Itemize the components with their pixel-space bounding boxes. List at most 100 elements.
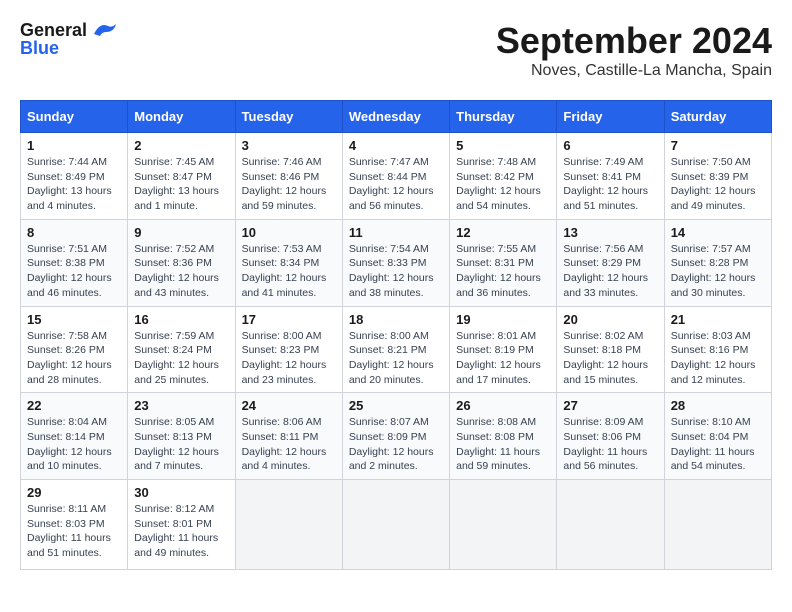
table-row: 14Sunrise: 7:57 AM Sunset: 8:28 PM Dayli…	[664, 219, 771, 306]
table-row	[235, 480, 342, 570]
day-number: 11	[349, 225, 443, 240]
table-row: 13 Sunrise: 7:56 AM Sunset: 8:29 PM Dayli…	[557, 219, 664, 306]
day-number: 2	[134, 138, 228, 153]
day-info: Sunrise: 7:47 AM Sunset: 8:44 PM Dayligh…	[349, 155, 443, 214]
table-row: 20 Sunrise: 8:02 AM Sunset: 8:18 PM Dayli…	[557, 306, 664, 393]
day-number: 26	[456, 398, 550, 413]
table-row: 24 Sunrise: 8:06 AM Sunset: 8:11 PM Dayli…	[235, 393, 342, 480]
logo-blue: Blue	[20, 38, 59, 59]
logo: General Blue	[20, 20, 116, 59]
day-number: 24	[242, 398, 336, 413]
header-wednesday: Wednesday	[342, 101, 449, 133]
day-info: Sunrise: 7:56 AM Sunset: 8:29 PM Dayligh…	[563, 242, 657, 301]
day-number: 8	[27, 225, 121, 240]
table-row: 9Sunrise: 7:52 AM Sunset: 8:36 PM Daylig…	[128, 219, 235, 306]
table-row: 12 Sunrise: 7:55 AM Sunset: 8:31 PM Dayli…	[450, 219, 557, 306]
day-number: 20	[563, 312, 657, 327]
day-info: Sunrise: 8:07 AM Sunset: 8:09 PM Dayligh…	[349, 415, 443, 474]
day-info: Sunrise: 7:55 AM Sunset: 8:31 PM Dayligh…	[456, 242, 550, 301]
day-info: Sunrise: 8:00 AM Sunset: 8:21 PM Dayligh…	[349, 329, 443, 388]
header-sunday: Sunday	[21, 101, 128, 133]
table-row: 2Sunrise: 7:45 AM Sunset: 8:47 PM Daylig…	[128, 133, 235, 220]
day-number: 17	[242, 312, 336, 327]
day-info: Sunrise: 8:12 AM Sunset: 8:01 PM Dayligh…	[134, 502, 228, 561]
table-row: 28 Sunrise: 8:10 AM Sunset: 8:04 PM Dayli…	[664, 393, 771, 480]
day-number: 1	[27, 138, 121, 153]
title-section: September 2024 Noves, Castille-La Mancha…	[496, 20, 772, 80]
day-number: 19	[456, 312, 550, 327]
day-number: 29	[27, 485, 121, 500]
table-row: 4 Sunrise: 7:47 AM Sunset: 8:44 PM Daylig…	[342, 133, 449, 220]
table-row	[450, 480, 557, 570]
day-info: Sunrise: 7:46 AM Sunset: 8:46 PM Dayligh…	[242, 155, 336, 214]
table-row: 23 Sunrise: 8:05 AM Sunset: 8:13 PM Dayli…	[128, 393, 235, 480]
table-row	[557, 480, 664, 570]
table-row: 8 Sunrise: 7:51 AM Sunset: 8:38 PM Daylig…	[21, 219, 128, 306]
month-year-title: September 2024	[496, 20, 772, 62]
table-row: 29 Sunrise: 8:11 AM Sunset: 8:03 PM Dayli…	[21, 480, 128, 570]
day-info: Sunrise: 8:11 AM Sunset: 8:03 PM Dayligh…	[27, 502, 121, 561]
table-row: 5 Sunrise: 7:48 AM Sunset: 8:42 PM Daylig…	[450, 133, 557, 220]
day-info: Sunrise: 8:06 AM Sunset: 8:11 PM Dayligh…	[242, 415, 336, 474]
day-number: 5	[456, 138, 550, 153]
header-monday: Monday	[128, 101, 235, 133]
day-number: 21	[671, 312, 765, 327]
table-row: 15 Sunrise: 7:58 AM Sunset: 8:26 PM Dayli…	[21, 306, 128, 393]
day-info: Sunrise: 7:53 AM Sunset: 8:34 PM Dayligh…	[242, 242, 336, 301]
table-row: 18 Sunrise: 8:00 AM Sunset: 8:21 PM Dayli…	[342, 306, 449, 393]
calendar-week-1: 1 Sunrise: 7:44 AM Sunset: 8:49 PM Daylig…	[21, 133, 772, 220]
day-info: Sunrise: 7:54 AM Sunset: 8:33 PM Dayligh…	[349, 242, 443, 301]
day-info: Sunrise: 7:44 AM Sunset: 8:49 PM Dayligh…	[27, 155, 121, 214]
day-info: Sunrise: 7:51 AM Sunset: 8:38 PM Dayligh…	[27, 242, 121, 301]
day-number: 25	[349, 398, 443, 413]
day-info: Sunrise: 8:03 AM Sunset: 8:16 PM Dayligh…	[671, 329, 765, 388]
calendar-week-2: 8 Sunrise: 7:51 AM Sunset: 8:38 PM Daylig…	[21, 219, 772, 306]
table-row: 3 Sunrise: 7:46 AM Sunset: 8:46 PM Daylig…	[235, 133, 342, 220]
day-number: 12	[456, 225, 550, 240]
table-row: 1 Sunrise: 7:44 AM Sunset: 8:49 PM Daylig…	[21, 133, 128, 220]
day-info: Sunrise: 7:58 AM Sunset: 8:26 PM Dayligh…	[27, 329, 121, 388]
logo-bird-icon	[94, 22, 116, 40]
day-number: 23	[134, 398, 228, 413]
day-number: 28	[671, 398, 765, 413]
day-info: Sunrise: 8:04 AM Sunset: 8:14 PM Dayligh…	[27, 415, 121, 474]
day-info: Sunrise: 8:09 AM Sunset: 8:06 PM Dayligh…	[563, 415, 657, 474]
day-number: 15	[27, 312, 121, 327]
day-number: 22	[27, 398, 121, 413]
day-number: 18	[349, 312, 443, 327]
day-number: 4	[349, 138, 443, 153]
header-friday: Friday	[557, 101, 664, 133]
day-info: Sunrise: 7:59 AM Sunset: 8:24 PM Dayligh…	[134, 329, 228, 388]
header-saturday: Saturday	[664, 101, 771, 133]
day-info: Sunrise: 8:10 AM Sunset: 8:04 PM Dayligh…	[671, 415, 765, 474]
table-row: 10Sunrise: 7:53 AM Sunset: 8:34 PM Dayli…	[235, 219, 342, 306]
location-subtitle: Noves, Castille-La Mancha, Spain	[496, 62, 772, 80]
calendar-table: Sunday Monday Tuesday Wednesday Thursday…	[20, 100, 772, 570]
day-number: 27	[563, 398, 657, 413]
day-number: 3	[242, 138, 336, 153]
day-info: Sunrise: 8:05 AM Sunset: 8:13 PM Dayligh…	[134, 415, 228, 474]
table-row: 19 Sunrise: 8:01 AM Sunset: 8:19 PM Dayli…	[450, 306, 557, 393]
day-number: 16	[134, 312, 228, 327]
day-info: Sunrise: 8:00 AM Sunset: 8:23 PM Dayligh…	[242, 329, 336, 388]
day-info: Sunrise: 7:57 AM Sunset: 8:28 PM Dayligh…	[671, 242, 765, 301]
table-row: 16 Sunrise: 7:59 AM Sunset: 8:24 PM Dayli…	[128, 306, 235, 393]
table-row	[664, 480, 771, 570]
table-row: 30 Sunrise: 8:12 AM Sunset: 8:01 PM Dayli…	[128, 480, 235, 570]
calendar-week-3: 15 Sunrise: 7:58 AM Sunset: 8:26 PM Dayli…	[21, 306, 772, 393]
table-row: 11 Sunrise: 7:54 AM Sunset: 8:33 PM Dayli…	[342, 219, 449, 306]
table-row: 25 Sunrise: 8:07 AM Sunset: 8:09 PM Dayli…	[342, 393, 449, 480]
day-info: Sunrise: 7:48 AM Sunset: 8:42 PM Dayligh…	[456, 155, 550, 214]
calendar-header-row: Sunday Monday Tuesday Wednesday Thursday…	[21, 101, 772, 133]
table-row: 7Sunrise: 7:50 AM Sunset: 8:39 PM Daylig…	[664, 133, 771, 220]
table-row	[342, 480, 449, 570]
day-info: Sunrise: 8:01 AM Sunset: 8:19 PM Dayligh…	[456, 329, 550, 388]
table-row: 26 Sunrise: 8:08 AM Sunset: 8:08 PM Dayli…	[450, 393, 557, 480]
day-number: 13	[563, 225, 657, 240]
day-number: 30	[134, 485, 228, 500]
day-info: Sunrise: 8:08 AM Sunset: 8:08 PM Dayligh…	[456, 415, 550, 474]
day-number: 6	[563, 138, 657, 153]
day-info: Sunrise: 7:49 AM Sunset: 8:41 PM Dayligh…	[563, 155, 657, 214]
day-info: Sunrise: 7:50 AM Sunset: 8:39 PM Dayligh…	[671, 155, 765, 214]
day-info: Sunrise: 8:02 AM Sunset: 8:18 PM Dayligh…	[563, 329, 657, 388]
